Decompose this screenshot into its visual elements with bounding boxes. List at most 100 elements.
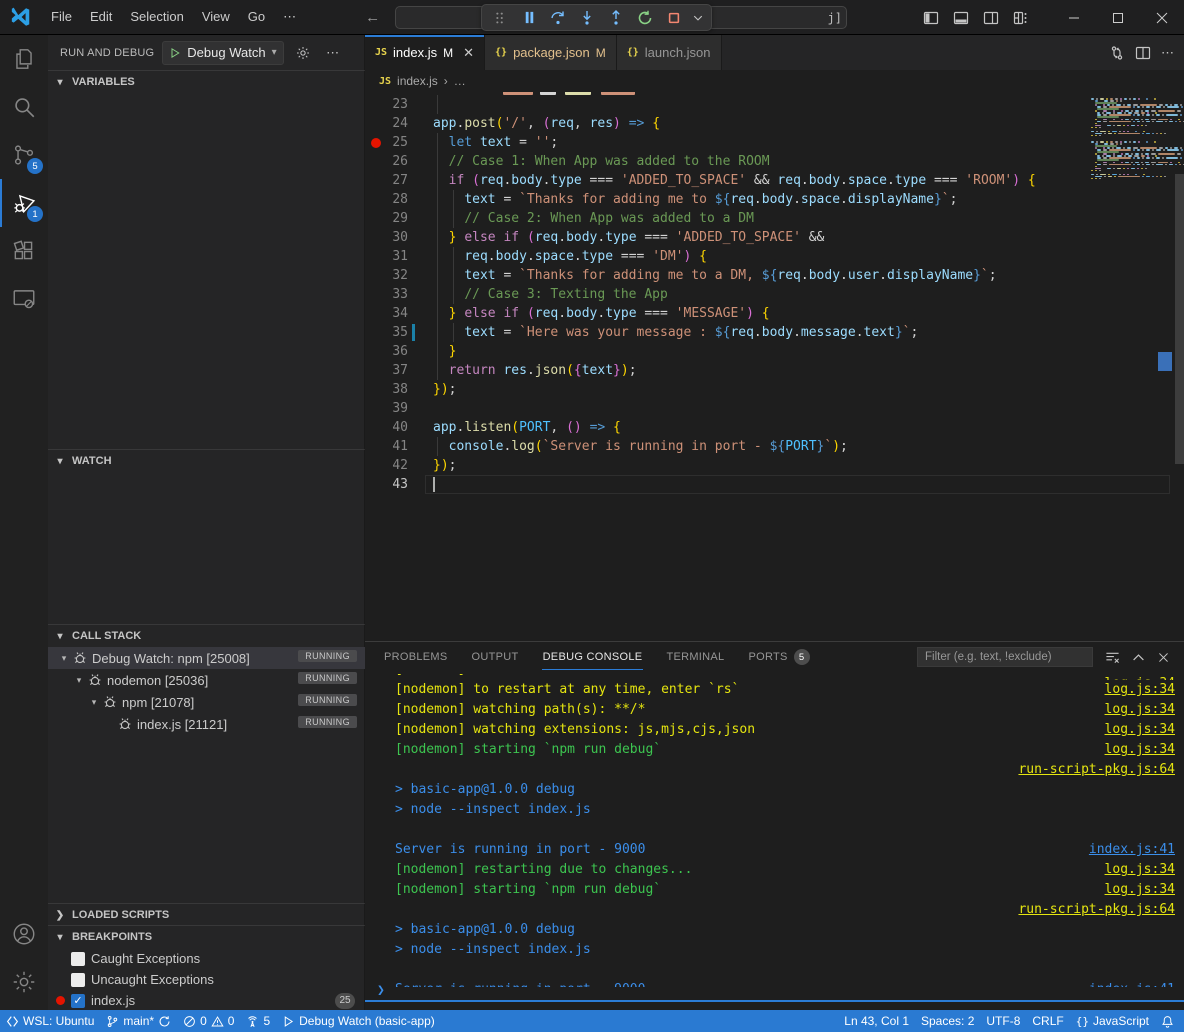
activity-item-remote-explorer[interactable] bbox=[0, 275, 48, 323]
code-line[interactable]: 30 } else if (req.body.type === 'ADDED_T… bbox=[365, 228, 1184, 247]
watch-header[interactable]: ▾ WATCH bbox=[48, 450, 365, 472]
call-stack-row[interactable]: ▾npm [21078]RUNNING bbox=[48, 691, 365, 713]
code-line[interactable]: 36 } bbox=[365, 342, 1184, 361]
chevron-down-icon[interactable]: ▾ bbox=[56, 653, 72, 664]
code-line[interactable]: 26 // Case 1: When App was added to the … bbox=[365, 152, 1184, 171]
code-line[interactable]: 32 text = `Thanks for adding me to a DM,… bbox=[365, 266, 1184, 285]
console-source-link[interactable]: index.js:41 bbox=[1089, 840, 1175, 860]
breakpoint-row[interactable]: Uncaught Exceptions bbox=[48, 969, 365, 990]
console-row[interactable]: [nodemon] starting `npm run debug`log.js… bbox=[365, 740, 1184, 760]
close-button[interactable] bbox=[1140, 0, 1184, 35]
line-number[interactable]: 31 bbox=[365, 247, 408, 266]
debug-console-input[interactable]: ❯ bbox=[365, 980, 1184, 1002]
line-number[interactable]: 39 bbox=[365, 399, 408, 418]
console-row[interactable] bbox=[365, 960, 1184, 980]
step-into-icon[interactable] bbox=[574, 7, 600, 29]
clear-console-icon[interactable] bbox=[1105, 650, 1120, 665]
menu-item[interactable]: View bbox=[193, 5, 239, 29]
console-row[interactable]: > basic-app@1.0.0 debug bbox=[365, 780, 1184, 800]
loaded-scripts-header[interactable]: ❯ LOADED SCRIPTS bbox=[48, 904, 365, 926]
close-panel-icon[interactable] bbox=[1157, 651, 1170, 664]
code-line[interactable]: 23 bbox=[365, 95, 1184, 114]
ports-indicator[interactable]: 5 bbox=[240, 1010, 276, 1032]
back-arrow-icon[interactable]: ← bbox=[365, 9, 380, 26]
panel-tab-debug-console[interactable]: DEBUG CONSOLE bbox=[542, 642, 644, 672]
split-editor-icon[interactable] bbox=[1135, 45, 1151, 61]
console-source-link[interactable]: log.js:34 bbox=[1105, 880, 1175, 900]
restart-icon[interactable] bbox=[632, 7, 658, 29]
console-row[interactable]: > node --inspect index.js bbox=[365, 800, 1184, 820]
breakpoints-header[interactable]: ▾ BREAKPOINTS bbox=[48, 926, 365, 948]
variables-header[interactable]: ▾ VARIABLES bbox=[48, 71, 365, 93]
line-number[interactable]: 36 bbox=[365, 342, 408, 361]
console-row[interactable]: [nodemon] watching extensions: js,mjs,cj… bbox=[365, 720, 1184, 740]
console-row[interactable]: run-script-pkg.js:64 bbox=[365, 900, 1184, 920]
line-number[interactable]: 37 bbox=[365, 361, 408, 380]
customize-layout-icon[interactable] bbox=[1008, 7, 1034, 29]
breakpoint-checkbox[interactable]: ✓ bbox=[71, 994, 85, 1008]
chevron-down-icon[interactable]: ▾ bbox=[86, 697, 102, 708]
console-source-link[interactable]: log.js:34 bbox=[1105, 720, 1175, 740]
pause-icon[interactable] bbox=[516, 7, 542, 29]
console-row[interactable] bbox=[365, 820, 1184, 840]
code-line[interactable]: 39 bbox=[365, 399, 1184, 418]
activity-item-source-control[interactable]: 5 bbox=[0, 131, 48, 179]
code-line[interactable]: 28 text = `Thanks for adding me to ${req… bbox=[365, 190, 1184, 209]
debug-console-output[interactable]: [nodemon]log.js:34[nodemon] to restart a… bbox=[365, 674, 1184, 987]
breadcrumb-file[interactable]: index.js bbox=[397, 74, 438, 88]
activity-item-explorer[interactable] bbox=[0, 35, 48, 83]
open-changes-icon[interactable] bbox=[1109, 45, 1125, 61]
indentation[interactable]: Spaces: 2 bbox=[915, 1010, 980, 1032]
remote-indicator[interactable]: WSL: Ubuntu bbox=[0, 1010, 100, 1032]
console-row[interactable]: Server is running in port - 9000index.js… bbox=[365, 840, 1184, 860]
console-source-link[interactable]: log.js:34 bbox=[1105, 680, 1175, 700]
problems-indicator[interactable]: 0 0 bbox=[177, 1010, 240, 1032]
call-stack-header[interactable]: ▾ CALL STACK bbox=[48, 625, 365, 647]
console-filter-input[interactable]: Filter (e.g. text, !exclude) bbox=[917, 647, 1093, 667]
code-line[interactable]: 38}); bbox=[365, 380, 1184, 399]
console-row[interactable]: [nodemon] to restart at any time, enter … bbox=[365, 680, 1184, 700]
eol-sequence[interactable]: CRLF bbox=[1026, 1010, 1069, 1032]
debug-toolbar-chevron-icon[interactable] bbox=[690, 7, 706, 29]
line-number[interactable]: 24 bbox=[365, 114, 408, 133]
breadcrumb-more[interactable]: … bbox=[454, 74, 466, 88]
breakpoint-checkbox[interactable] bbox=[71, 952, 85, 966]
cursor-position[interactable]: Ln 43, Col 1 bbox=[838, 1010, 915, 1032]
breakpoint-checkbox[interactable] bbox=[71, 973, 85, 987]
menu-item[interactable]: Edit bbox=[81, 5, 121, 29]
console-row[interactable]: [nodemon] watching path(s): **/*log.js:3… bbox=[365, 700, 1184, 720]
toggle-secondary-sidebar-icon[interactable] bbox=[978, 7, 1004, 29]
code-line[interactable]: 24app.post('/', (req, res) => { bbox=[365, 114, 1184, 133]
breakpoint-row[interactable]: Caught Exceptions bbox=[48, 948, 365, 969]
line-number[interactable]: 26 bbox=[365, 152, 408, 171]
call-stack-row[interactable]: index.js [21121]RUNNING bbox=[48, 713, 365, 735]
line-number[interactable]: 43 bbox=[365, 475, 408, 494]
line-number[interactable]: 29 bbox=[365, 209, 408, 228]
close-tab-icon[interactable]: ✕ bbox=[463, 45, 474, 61]
panel-tab-problems[interactable]: PROBLEMS bbox=[383, 642, 449, 672]
step-out-icon[interactable] bbox=[603, 7, 629, 29]
code-line[interactable]: 33 // Case 3: Texting the App bbox=[365, 285, 1184, 304]
menu-item[interactable]: ⋯ bbox=[274, 5, 305, 29]
git-branch-indicator[interactable]: main* bbox=[100, 1010, 177, 1032]
panel-tab-output[interactable]: OUTPUT bbox=[471, 642, 520, 672]
call-stack-row[interactable]: ▾nodemon [25036]RUNNING bbox=[48, 669, 365, 691]
code-editor[interactable]: 2324app.post('/', (req, res) => {25 let … bbox=[365, 92, 1184, 641]
encoding[interactable]: UTF-8 bbox=[980, 1010, 1026, 1032]
console-row[interactable]: [nodemon] restarting due to changes...lo… bbox=[365, 860, 1184, 880]
debug-session-indicator[interactable]: Debug Watch (basic-app) bbox=[276, 1010, 441, 1032]
editor-more-actions-icon[interactable]: ⋯ bbox=[1161, 45, 1174, 61]
code-line[interactable]: 41 console.log(`Server is running in por… bbox=[365, 437, 1184, 456]
toggle-panel-icon[interactable] bbox=[948, 7, 974, 29]
launch-config-dropdown[interactable]: Debug Watch ▾ bbox=[162, 41, 283, 65]
line-number[interactable]: 28 bbox=[365, 190, 408, 209]
line-number[interactable]: 23 bbox=[365, 95, 408, 114]
maximize-panel-icon[interactable] bbox=[1132, 651, 1145, 664]
call-stack-row[interactable]: ▾Debug Watch: npm [25008]RUNNING bbox=[48, 647, 365, 669]
debug-settings-gear-icon[interactable] bbox=[292, 42, 314, 64]
code-line[interactable]: 25 let text = ''; bbox=[365, 133, 1184, 152]
settings-gear-icon[interactable] bbox=[0, 958, 48, 1006]
step-over-icon[interactable] bbox=[545, 7, 571, 29]
console-row[interactable]: run-script-pkg.js:64 bbox=[365, 760, 1184, 780]
console-source-link[interactable]: log.js:34 bbox=[1105, 740, 1175, 760]
